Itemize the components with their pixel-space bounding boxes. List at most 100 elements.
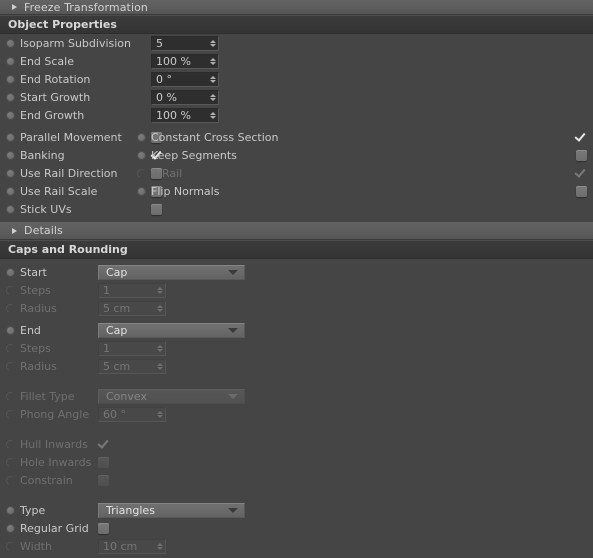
dotted-leader — [239, 149, 573, 161]
group-freeze-transformation[interactable]: Freeze Transformation — [0, 0, 593, 15]
dotted-leader — [53, 284, 95, 296]
field-value: 1 — [103, 283, 110, 297]
row-constrain: Constrain — [0, 471, 593, 489]
dropdown-value: Convex — [106, 389, 147, 403]
row-use-rail-scale: Use Rail Scale Flip Normals — [0, 182, 593, 200]
field-value: 10 cm — [103, 539, 138, 553]
row-banking: Banking Keep Segments — [0, 146, 593, 164]
animation-track-icon[interactable] — [6, 150, 15, 160]
end-scale-input[interactable]: 100 % — [151, 53, 219, 69]
stick-uvs-checkbox[interactable] — [151, 203, 162, 215]
field-label: Flip Normals — [151, 184, 220, 198]
animation-track-icon[interactable] — [6, 204, 15, 214]
row-phong-angle: Phong Angle 60 ° — [0, 405, 593, 423]
animation-track-icon[interactable] — [6, 186, 15, 196]
keep-segments-checkbox[interactable] — [576, 149, 587, 161]
phong-angle-input: 60 ° — [98, 406, 166, 422]
animation-track-icon[interactable] — [137, 132, 146, 142]
start-radius-input: 5 cm — [98, 300, 166, 316]
row-use-rail-direction: Use Rail Direction 2-Rail — [0, 164, 593, 182]
animation-track-icon[interactable] — [6, 38, 15, 48]
stepper-icon[interactable] — [207, 91, 218, 104]
animation-track-icon[interactable] — [6, 56, 15, 66]
section-header-caps-and-rounding: Caps and Rounding — [0, 240, 593, 259]
animation-track-icon[interactable] — [6, 132, 15, 142]
end-rotation-input[interactable]: 0 ° — [151, 71, 219, 87]
animation-track-icon[interactable] — [6, 74, 15, 84]
row-start-steps: Steps 1 — [0, 281, 593, 299]
animation-track-icon[interactable] — [6, 267, 15, 277]
row-parallel-movement: Parallel Movement Constant Cross Section — [0, 128, 593, 146]
animation-track-icon[interactable] — [6, 168, 15, 178]
constant-cross-section-checkbox[interactable] — [575, 131, 587, 143]
end-cap-dropdown[interactable]: Cap — [98, 322, 245, 338]
field-label: Radius — [20, 359, 57, 373]
animation-track-icon[interactable] — [6, 523, 15, 533]
end-radius-input: 5 cm — [98, 358, 166, 374]
stepper-icon — [154, 408, 165, 421]
field-label: Steps — [20, 283, 51, 297]
field-value: 100 % — [156, 54, 191, 68]
dotted-leader — [222, 185, 573, 197]
row-type: Type Triangles — [0, 501, 593, 519]
hole-inwards-checkbox — [98, 456, 109, 468]
field-label: Use Rail Scale — [20, 184, 98, 198]
animation-track-icon — [6, 458, 15, 467]
dotted-leader — [185, 167, 572, 179]
field-label: Start — [20, 265, 47, 279]
constrain-checkbox — [98, 474, 109, 486]
row-end-cap: End Cap — [0, 321, 593, 339]
end-steps-input: 1 — [98, 340, 166, 356]
animation-track-icon[interactable] — [137, 186, 146, 196]
chevron-right-icon — [12, 4, 17, 10]
animation-track-icon[interactable] — [6, 110, 15, 120]
row-width: Width 10 cm — [0, 537, 593, 555]
dotted-leader — [59, 360, 95, 372]
row-hole-inwards: Hole Inwards — [0, 453, 593, 471]
end-growth-input[interactable]: 100 % — [151, 107, 219, 123]
attribute-manager-panel: Freeze Transformation Object Properties … — [0, 0, 593, 558]
type-dropdown[interactable]: Triangles — [98, 502, 245, 518]
stepper-icon[interactable] — [207, 73, 218, 86]
flip-normals-checkbox[interactable] — [576, 185, 587, 197]
group-details[interactable]: Details — [0, 222, 593, 240]
dotted-leader — [93, 73, 148, 85]
field-label: 2-Rail — [151, 166, 183, 180]
field-value: 1 — [103, 341, 110, 355]
chevron-down-icon — [228, 327, 238, 333]
animation-track-icon[interactable] — [6, 505, 15, 515]
start-cap-dropdown[interactable]: Cap — [98, 264, 245, 280]
row-start-cap: Start Cap — [0, 263, 593, 281]
start-growth-input[interactable]: 0 % — [151, 89, 219, 105]
field-label: End Scale — [20, 54, 74, 68]
stepper-icon — [154, 284, 165, 297]
field-label: Hole Inwards — [20, 455, 92, 469]
animation-track-icon[interactable] — [6, 325, 15, 335]
row-end-radius: Radius 5 cm — [0, 357, 593, 375]
width-input: 10 cm — [98, 538, 166, 554]
animation-track-icon[interactable] — [137, 150, 146, 160]
stepper-icon[interactable] — [207, 55, 218, 68]
regular-grid-checkbox[interactable] — [98, 522, 109, 534]
field-label: Fillet Type — [20, 389, 75, 403]
row-regular-grid: Regular Grid — [0, 519, 593, 537]
field-label: Banking — [20, 148, 65, 162]
stepper-icon — [154, 342, 165, 355]
row-end-steps: Steps 1 — [0, 339, 593, 357]
animation-track-icon — [6, 304, 15, 313]
row-end-growth: End Growth 100 % — [0, 106, 593, 124]
field-label: Isoparm Subdivision — [20, 36, 131, 50]
row-start-radius: Radius 5 cm — [0, 299, 593, 317]
stepper-icon — [154, 540, 165, 553]
group-label: Details — [24, 224, 63, 237]
dotted-leader — [93, 91, 148, 103]
isoparm-subdivision-input[interactable]: 5 — [151, 35, 219, 51]
chevron-down-icon — [228, 269, 238, 275]
stepper-icon[interactable] — [207, 109, 218, 122]
stepper-icon[interactable] — [207, 37, 218, 50]
field-value: 5 cm — [103, 359, 131, 373]
animation-track-icon[interactable] — [6, 92, 15, 102]
